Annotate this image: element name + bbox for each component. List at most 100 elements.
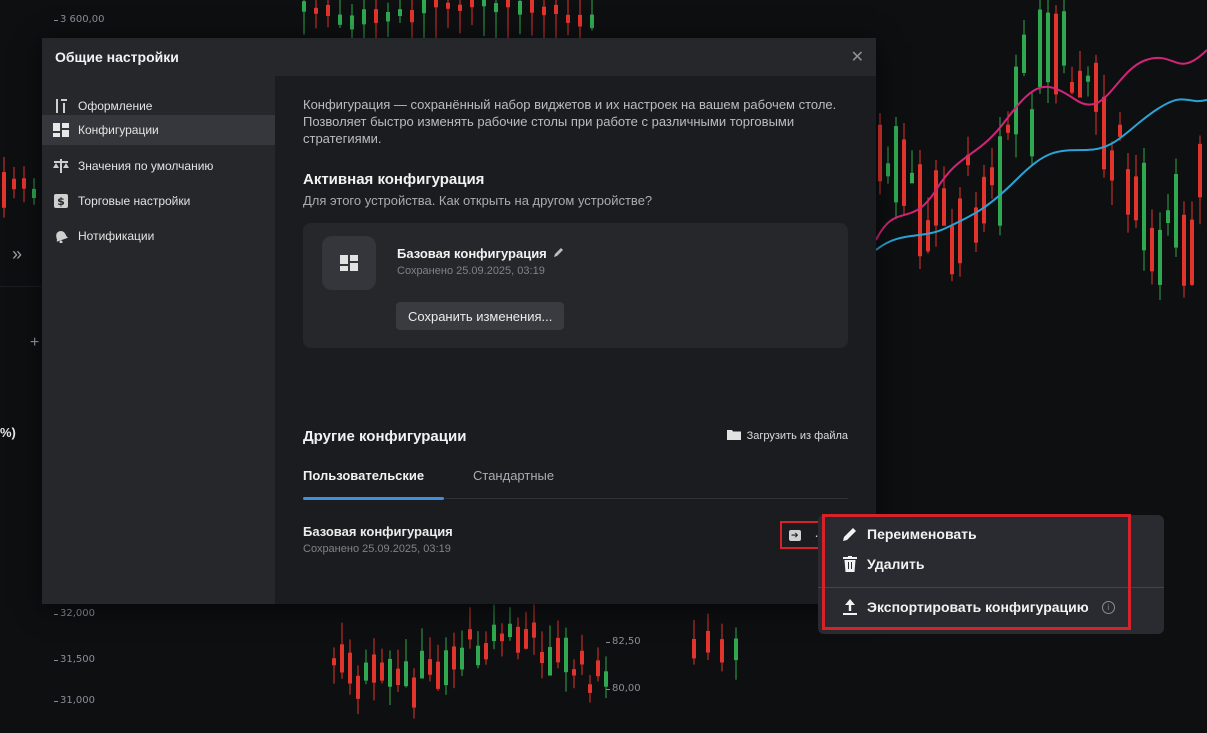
candle-wick: [315, 0, 317, 29]
candle-body: [692, 638, 696, 659]
candle-wick: [543, 0, 545, 38]
candle-body: [398, 9, 402, 17]
candle-body: [542, 6, 546, 16]
candle-body: [332, 658, 336, 666]
svg-text:$: $: [57, 195, 65, 208]
close-icon[interactable]: ✕: [851, 47, 864, 67]
sidebar-item-label: Торговые настройки: [78, 193, 191, 208]
candle-body: [500, 633, 504, 642]
candle-body: [1134, 176, 1138, 221]
configuration-row-saved: Сохранено 25.09.2025, 03:19: [303, 543, 451, 555]
candle-body: [422, 0, 426, 14]
candlestick-chart-bottom-2: [692, 613, 738, 680]
candle-body: [540, 652, 544, 664]
configuration-icon: [322, 236, 376, 290]
candle-body: [706, 630, 710, 653]
candle-body: [388, 658, 392, 687]
candle-body: [734, 638, 738, 661]
save-changes-button[interactable]: Сохранить изменения...: [396, 302, 565, 330]
sidebar-item-notifications[interactable]: Нотификации: [42, 221, 275, 250]
candle-body: [1190, 219, 1194, 285]
candle-body: [554, 4, 558, 14]
menu-item-export[interactable]: Экспортировать конфигурацию i: [842, 599, 1115, 615]
candle-body: [494, 3, 498, 13]
candle-body: [302, 1, 306, 12]
candlestick-chart-right: [876, 0, 1207, 300]
candle-body: [950, 225, 954, 275]
price-label: 3 600,00: [54, 14, 105, 25]
candle-wick: [469, 607, 471, 649]
candle-body: [372, 654, 376, 683]
candle-body: [356, 675, 360, 699]
candle-body: [22, 178, 26, 189]
sidebar-item-label: Значения по умолчанию: [78, 158, 214, 173]
candle-body: [886, 163, 890, 177]
candle-body: [350, 15, 354, 30]
general-settings-modal: Общие настройки ✕ Оформление Конфигураци…: [42, 38, 876, 604]
sidebar-item-configurations[interactable]: Конфигурации: [42, 115, 275, 145]
candle-body: [1014, 66, 1018, 135]
candle-body: [596, 660, 600, 677]
candle-body: [894, 126, 898, 203]
candle-body: [564, 637, 568, 673]
menu-item-rename[interactable]: Переименовать: [842, 526, 977, 542]
candle-body: [518, 0, 522, 15]
modal-header: Общие настройки ✕: [42, 38, 876, 76]
candle-body: [516, 626, 520, 653]
plus-icon[interactable]: +: [30, 334, 39, 352]
modal-title: Общие настройки: [55, 49, 179, 65]
candle-body: [362, 9, 366, 25]
candle-body: [1182, 214, 1186, 286]
active-configuration-subtitle[interactable]: Для этого устройства. Как открыть на дру…: [303, 193, 652, 208]
candle-body: [1054, 13, 1058, 95]
other-configurations-heading: Другие конфигурации: [303, 428, 467, 445]
candle-body: [434, 0, 438, 8]
candle-body: [878, 124, 882, 182]
active-configuration-heading: Активная конфигурация: [303, 171, 485, 188]
configuration-tabs: Пользовательские Стандартные: [303, 464, 848, 500]
sidebar-item-trading-settings[interactable]: $ Торговые настройки: [42, 186, 275, 215]
candle-body: [326, 4, 330, 16]
candle-body: [1174, 174, 1178, 248]
candle-body: [364, 662, 368, 681]
sort-icon: [53, 98, 69, 114]
candle-body: [492, 624, 496, 642]
candle-body: [902, 139, 906, 206]
candle-body: [314, 7, 318, 14]
panel-divider: [0, 286, 42, 287]
candle-body: [444, 650, 448, 686]
candle-body: [572, 669, 576, 676]
ma-line-blue: [876, 98, 1207, 251]
tab-standard[interactable]: Стандартные: [473, 468, 554, 483]
candle-body: [410, 10, 414, 23]
menu-item-delete[interactable]: Удалить: [842, 556, 924, 572]
dollar-icon: $: [53, 193, 69, 209]
candle-body: [404, 661, 408, 687]
candle-body: [348, 652, 352, 684]
load-from-file-button[interactable]: Загрузить из файла: [726, 429, 848, 443]
double-chevron-right-icon[interactable]: »: [12, 244, 22, 265]
active-configuration-name-row: Базовая конфигурация: [397, 246, 565, 261]
candle-body: [386, 12, 390, 22]
tab-custom[interactable]: Пользовательские: [303, 468, 424, 483]
sidebar-item-label: Нотификации: [78, 228, 155, 243]
apply-configuration-icon[interactable]: ➔: [788, 529, 801, 541]
sidebar-item-label: Конфигурации: [78, 123, 159, 137]
candle-body: [452, 646, 456, 670]
candle-body: [926, 220, 930, 252]
candle-body: [590, 14, 594, 29]
menu-divider: [818, 587, 1164, 588]
candle-body: [1046, 12, 1050, 83]
sidebar-item-defaults[interactable]: Значения по умолчанию: [42, 151, 275, 180]
candle-body: [32, 188, 36, 199]
candle-body: [588, 684, 592, 693]
sidebar-item-label: Оформление: [78, 98, 153, 113]
pencil-icon[interactable]: [553, 246, 565, 261]
candle-body: [958, 198, 962, 264]
candle-body: [458, 4, 462, 11]
candle-wick: [333, 647, 335, 684]
candle-body: [990, 167, 994, 186]
configuration-context-menu: Переименовать Удалить Экспортировать кон…: [818, 515, 1164, 634]
info-icon[interactable]: i: [1101, 600, 1115, 614]
candlestick-chart-top: [302, 0, 594, 38]
